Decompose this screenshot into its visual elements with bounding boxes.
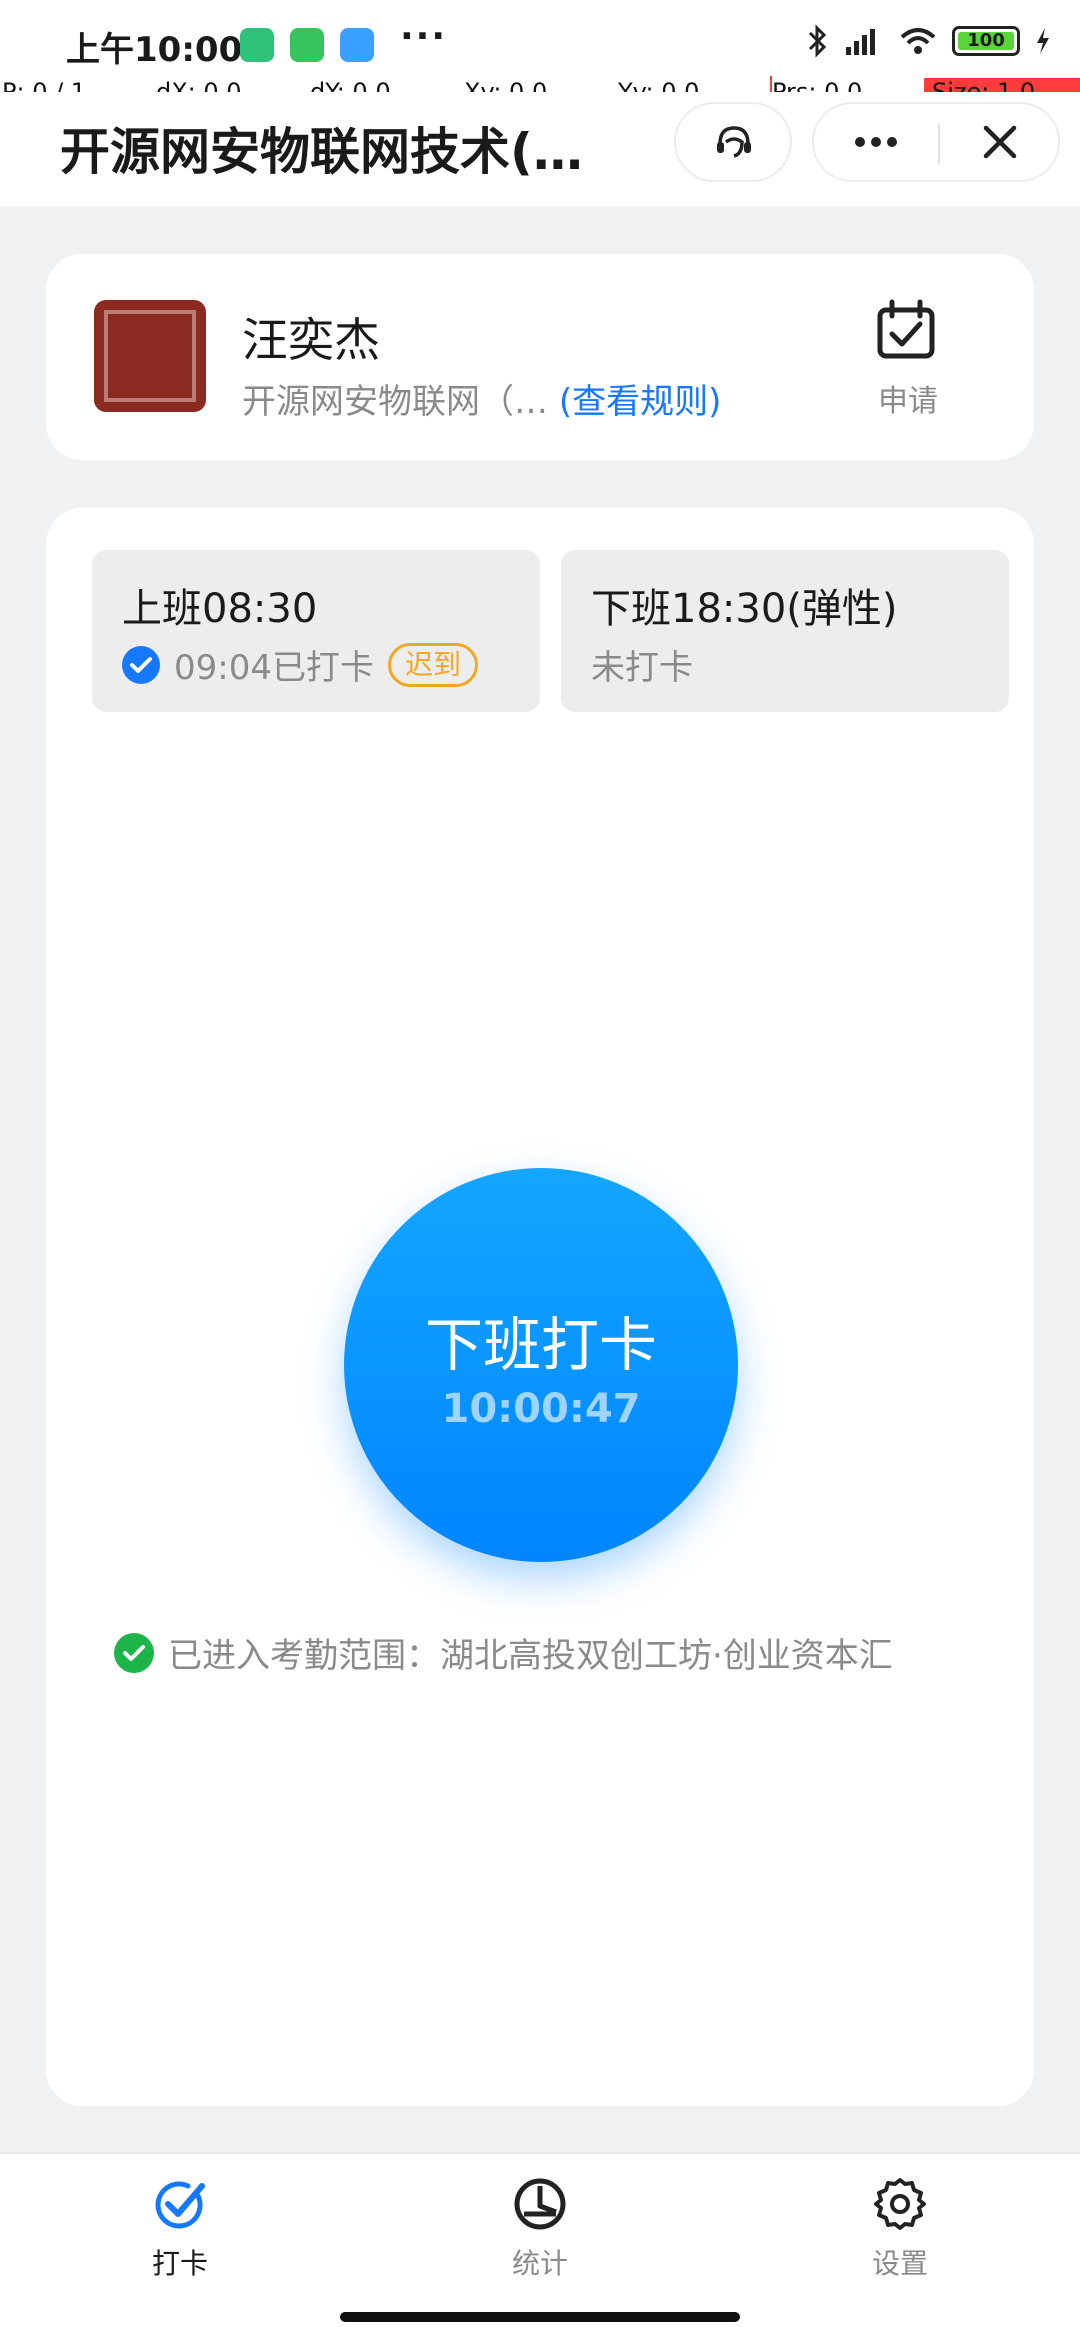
shift-off-status: 未打卡 (591, 648, 693, 688)
close-icon (983, 125, 1017, 159)
battery-level: 100 (967, 30, 1005, 51)
attendance-card: 上班08:30 09:04已打卡 迟到 下班18:30(弹性) 未打卡 下班打卡… (46, 508, 1034, 2106)
more-notifications-icon: ··· (400, 16, 448, 57)
shift-off-title: 下班18:30(弹性) (591, 586, 898, 632)
home-indicator[interactable] (340, 2312, 740, 2322)
bluetooth-icon (808, 24, 827, 58)
location-range-text: 已进入考勤范围：湖北高投双创工坊·创业资本汇 (168, 1636, 893, 1676)
security-app-icon (240, 28, 274, 62)
punch-out-button[interactable]: 下班打卡 10:00:47 (344, 1168, 738, 1562)
signal-icon (846, 29, 875, 55)
page-title: 开源网安物联网技术(… (60, 123, 583, 181)
shift-off-duty[interactable]: 下班18:30(弹性) 未打卡 (561, 550, 1009, 712)
capsule-menu (812, 102, 1060, 182)
tab-statistics[interactable]: 统计 (460, 2174, 620, 2282)
more-icon (855, 137, 897, 147)
tab-statistics-label: 统计 (511, 2247, 568, 2280)
company-name: 开源网安物联网（… (242, 382, 548, 422)
customer-service-button[interactable] (674, 102, 792, 182)
status-icons: 100 (806, 24, 1052, 58)
avatar (94, 300, 206, 412)
more-button[interactable] (814, 104, 938, 180)
tab-settings-label: 设置 (871, 2247, 928, 2280)
tab-punch[interactable]: 打卡 (100, 2174, 260, 2282)
punch-time: 10:00:47 (441, 1386, 641, 1432)
check-circle-icon (122, 645, 160, 684)
punch-check-icon (155, 2181, 205, 2229)
chat-app-icon (340, 28, 374, 62)
close-button[interactable] (940, 104, 1060, 180)
status-time: 上午10:00 (66, 30, 243, 70)
shift-on-title: 上班08:30 (122, 586, 318, 632)
gear-icon (874, 2178, 926, 2230)
tab-punch-label: 打卡 (151, 2247, 208, 2280)
late-badge: 迟到 (387, 642, 478, 687)
tab-settings[interactable]: 设置 (820, 2174, 980, 2282)
apply-button-label[interactable]: 申请 (874, 376, 942, 420)
customer-service-icon (717, 126, 751, 158)
location-ok-icon (114, 1632, 154, 1673)
view-rules-link[interactable]: (查看规则) (559, 382, 722, 422)
punch-label: 下班打卡 (424, 1311, 657, 1379)
charging-icon (1037, 28, 1049, 54)
shift-on-status: 09:04已打卡 (174, 648, 374, 688)
mini-program-header: 开源网安物联网技术(… (0, 92, 1080, 206)
user-name: 汪奕杰 (242, 313, 380, 367)
location-range-status: 已进入考勤范围：湖北高投双创工坊·创业资本汇 (114, 1628, 893, 1677)
send-app-icon (290, 28, 324, 62)
shift-on-duty[interactable]: 上班08:30 09:04已打卡 迟到 (92, 550, 540, 712)
battery-icon: 100 (952, 26, 1020, 56)
user-card: 汪奕杰 开源网安物联网（… (查看规则) 申请 (46, 254, 1034, 460)
calendar-check-icon[interactable] (874, 298, 938, 362)
wifi-icon (900, 28, 936, 54)
shift-on-status-row: 09:04已打卡 迟到 (122, 640, 478, 689)
company-info: 开源网安物联网（… (查看规则) (242, 374, 721, 423)
pie-chart-icon (514, 2178, 566, 2230)
